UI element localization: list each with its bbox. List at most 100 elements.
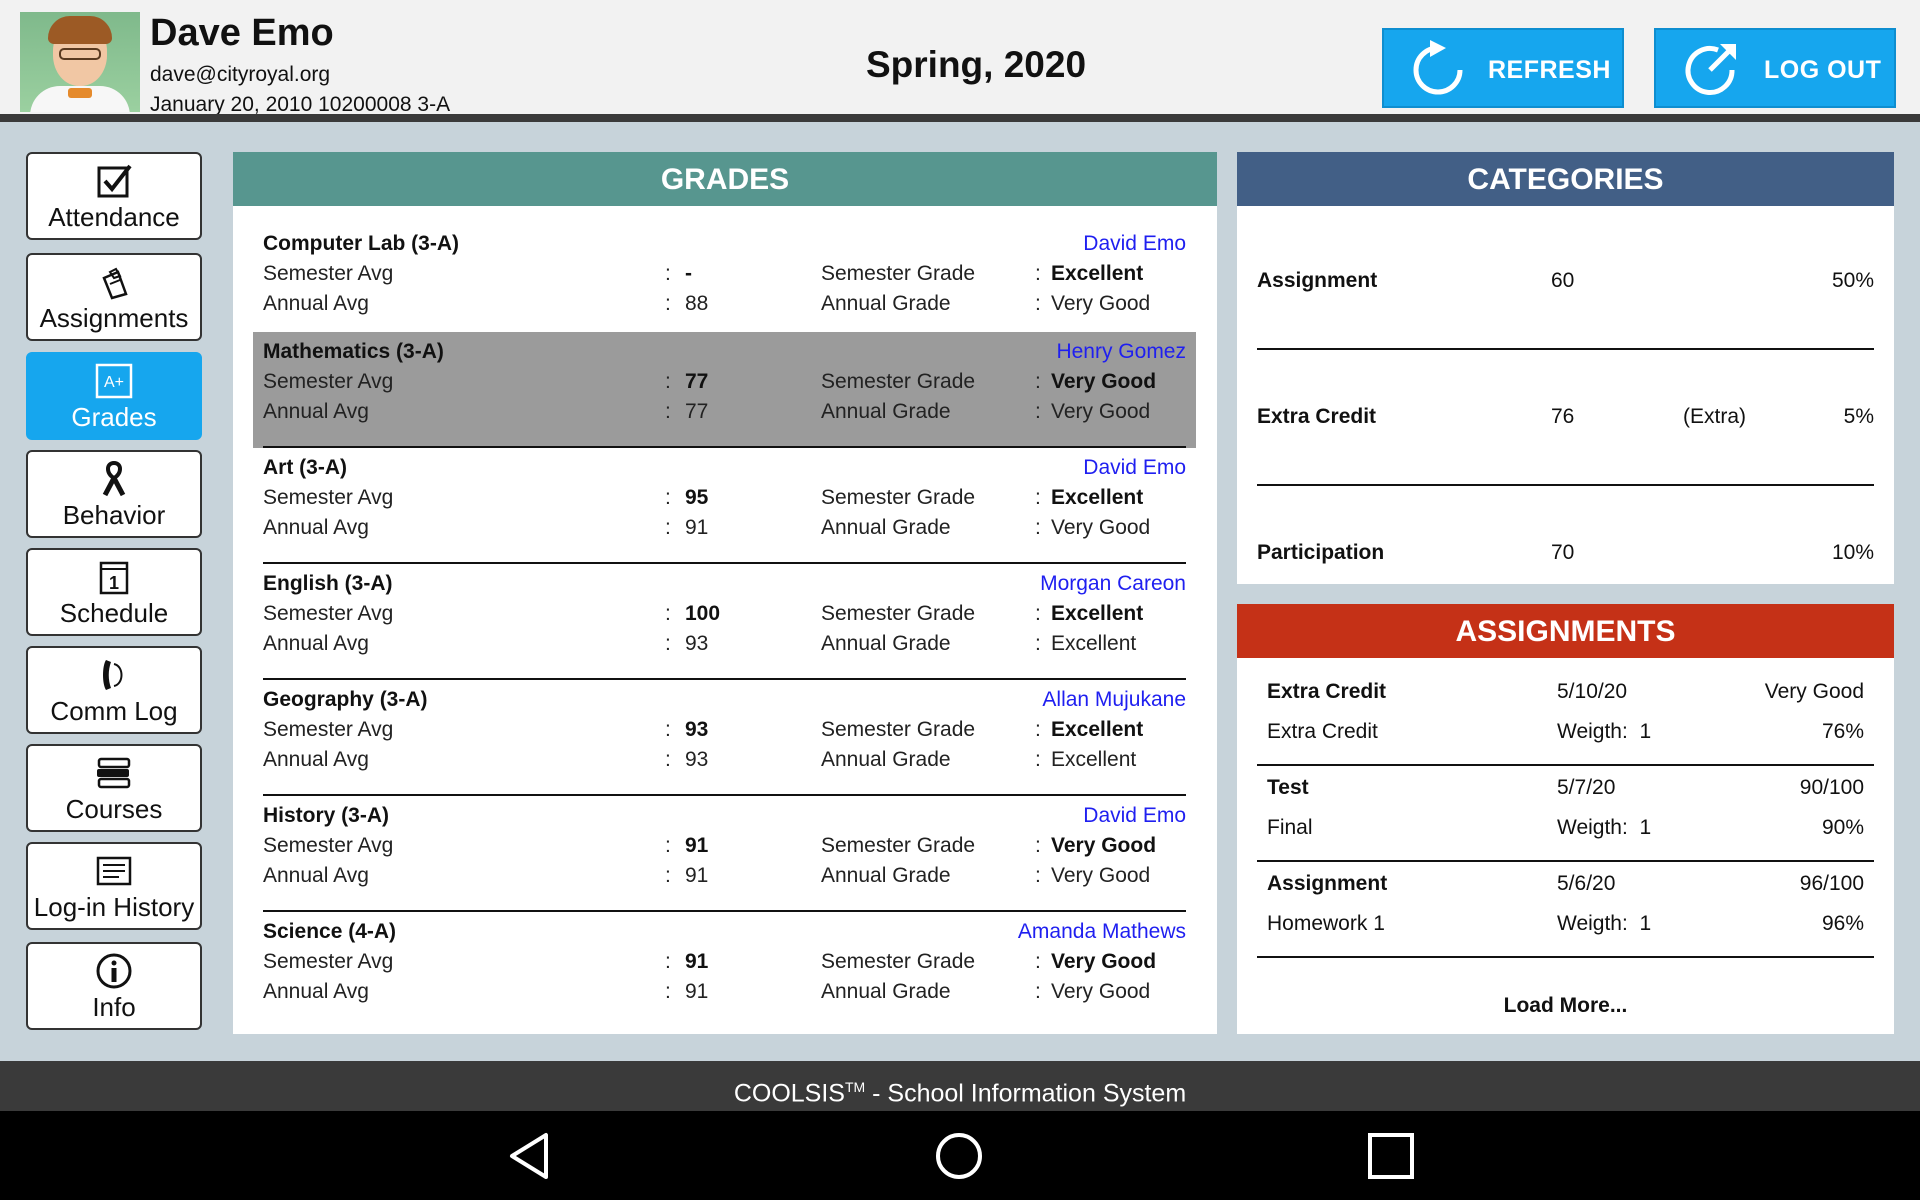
nav-grades[interactable]: A+ Grades bbox=[26, 352, 202, 440]
nav-label: Comm Log bbox=[50, 696, 178, 726]
colon: : bbox=[665, 950, 671, 973]
teacher-link[interactable]: Morgan Careon bbox=[1040, 572, 1186, 596]
semester-avg-value: 100 bbox=[685, 602, 721, 625]
recents-icon[interactable] bbox=[1366, 1131, 1416, 1181]
colon: : bbox=[1035, 602, 1041, 625]
annual-grade-value: Very Good bbox=[1051, 864, 1151, 887]
semester-avg-value: 95 bbox=[685, 486, 709, 509]
books-icon bbox=[28, 754, 200, 792]
brand-tagline: - School Information System bbox=[865, 1079, 1187, 1108]
nav-assignments[interactable]: Assignments bbox=[26, 253, 202, 341]
semester-avg-value: 91 bbox=[685, 950, 709, 973]
assignment-item[interactable]: Test 5/7/20 90/100 Final Weigth: 1 90% bbox=[1257, 766, 1874, 862]
colon: : bbox=[665, 370, 671, 393]
info-icon bbox=[28, 952, 200, 990]
annual-grade-label: Annual Grade bbox=[821, 748, 951, 771]
categories-panel: CATEGORIES Assignment 60 50% Extra Credi… bbox=[1237, 152, 1894, 584]
annual-grade-label: Annual Grade bbox=[821, 980, 951, 1003]
semester-grade-value: Excellent bbox=[1051, 602, 1144, 625]
grades-panel: GRADES Computer Lab (3-A) David Emo Semest… bbox=[233, 152, 1217, 1034]
category-value: 70 bbox=[1551, 541, 1575, 564]
nav-login-history[interactable]: Log-in History bbox=[26, 842, 202, 930]
annual-grade-value: Very Good bbox=[1051, 980, 1151, 1003]
category-row[interactable]: Assignment 60 50% bbox=[1257, 269, 1874, 309]
course-row[interactable]: Mathematics (3-A) Henry Gomez Semester Avg… bbox=[253, 332, 1196, 448]
nav-info[interactable]: Info bbox=[26, 942, 202, 1030]
course-name: English (3-A) bbox=[263, 572, 393, 595]
assignment-item[interactable]: Extra Credit 5/10/20 Very Good Extra Cre… bbox=[1257, 670, 1874, 766]
logout-label: LOG OUT bbox=[1764, 56, 1882, 84]
category-row[interactable]: Extra Credit 76 (Extra) 5% bbox=[1257, 405, 1874, 445]
teacher-link[interactable]: Allan Mujukane bbox=[1042, 688, 1186, 712]
nav-label: Assignments bbox=[39, 303, 189, 333]
colon: : bbox=[1035, 864, 1041, 887]
annual-avg-value: 91 bbox=[685, 516, 709, 539]
teacher-link[interactable]: David Emo bbox=[1083, 232, 1186, 256]
semester-grade-value: Very Good bbox=[1051, 370, 1157, 393]
back-icon[interactable] bbox=[506, 1131, 556, 1181]
calendar-icon: 1 bbox=[28, 558, 200, 596]
assignment-category: Test bbox=[1267, 776, 1309, 799]
annual-avg-value: 93 bbox=[685, 748, 709, 771]
nav-behavior[interactable]: Behavior bbox=[26, 450, 202, 538]
colon: : bbox=[665, 718, 671, 741]
home-icon[interactable] bbox=[934, 1131, 984, 1181]
assignment-item[interactable]: Assignment 5/6/20 96/100 Homework 1 Weig… bbox=[1257, 862, 1874, 958]
colon: : bbox=[665, 980, 671, 1003]
semester-avg-value: 91 bbox=[685, 834, 709, 857]
svg-text:A+: A+ bbox=[104, 374, 124, 391]
assignment-result: Very Good bbox=[1764, 680, 1864, 703]
nav-schedule[interactable]: 1 Schedule bbox=[26, 548, 202, 636]
nav-label: Courses bbox=[65, 794, 163, 824]
assignment-weight: Weigth: 1 bbox=[1557, 720, 1652, 743]
course-row[interactable]: Geography (3-A) Allan Mujukane Semester Av… bbox=[253, 680, 1196, 796]
header-divider bbox=[0, 114, 1920, 122]
refresh-button[interactable]: REFRESH bbox=[1382, 28, 1624, 108]
colon: : bbox=[1035, 950, 1041, 973]
nav-comm-log[interactable]: Comm Log bbox=[26, 646, 202, 734]
course-name: Art (3-A) bbox=[263, 456, 347, 479]
logout-button[interactable]: LOG OUT bbox=[1654, 28, 1896, 108]
teacher-link[interactable]: Henry Gomez bbox=[1056, 340, 1186, 364]
semester-grade-label: Semester Grade bbox=[821, 486, 976, 509]
phone-icon bbox=[28, 656, 200, 694]
system-nav-bar bbox=[0, 1111, 1920, 1200]
course-name: Mathematics (3-A) bbox=[263, 340, 444, 363]
colon: : bbox=[665, 834, 671, 857]
course-row[interactable]: Computer Lab (3-A) David Emo Semester Avg:… bbox=[253, 224, 1196, 340]
colon: : bbox=[665, 516, 671, 539]
svg-text:1: 1 bbox=[109, 573, 119, 593]
course-row[interactable]: History (3-A) David Emo Semester Avg:91 Sem… bbox=[253, 796, 1196, 912]
annual-avg-label: Annual Avg bbox=[263, 516, 369, 539]
annual-avg-label: Annual Avg bbox=[263, 292, 369, 315]
teacher-link[interactable]: David Emo bbox=[1083, 456, 1186, 480]
category-name: Assignment bbox=[1257, 269, 1378, 292]
trademark: TM bbox=[844, 1079, 866, 1095]
teacher-link[interactable]: David Emo bbox=[1083, 804, 1186, 828]
course-row[interactable]: English (3-A) Morgan Careon Semester Avg:1… bbox=[253, 564, 1196, 680]
assignment-name: Extra Credit bbox=[1267, 720, 1378, 743]
colon: : bbox=[1035, 262, 1041, 285]
course-row[interactable]: Science (4-A) Amanda Mathews Semester Avg:… bbox=[253, 912, 1196, 1028]
divider bbox=[1257, 348, 1874, 350]
history-icon bbox=[28, 852, 200, 890]
course-row[interactable]: Art (3-A) David Emo Semester Avg:95 Semeste… bbox=[253, 448, 1196, 564]
category-percent: 10% bbox=[1831, 541, 1874, 564]
course-name: Geography (3-A) bbox=[263, 688, 428, 711]
assignments-panel: ASSIGNMENTS Extra Credit 5/10/20 Very Go… bbox=[1237, 604, 1894, 1034]
teacher-link[interactable]: Amanda Mathews bbox=[1018, 920, 1186, 944]
annual-avg-value: 88 bbox=[685, 292, 709, 315]
nav-label: Schedule bbox=[59, 598, 169, 628]
nav-courses[interactable]: Courses bbox=[26, 744, 202, 832]
nav-attendance[interactable]: Attendance bbox=[26, 152, 202, 240]
load-more-link[interactable]: Load More... bbox=[1237, 994, 1894, 1018]
colon: : bbox=[665, 292, 671, 315]
category-row[interactable]: Participation 70 10% bbox=[1257, 541, 1874, 581]
categories-title: CATEGORIES bbox=[1237, 152, 1894, 206]
student-name: Dave Emo bbox=[150, 12, 334, 54]
divider bbox=[1257, 484, 1874, 486]
colon: : bbox=[665, 400, 671, 423]
footer-brand: COOLSISTM - School Information System bbox=[0, 1061, 1920, 1111]
annual-avg-label: Annual Avg bbox=[263, 980, 369, 1003]
semester-grade-label: Semester Grade bbox=[821, 718, 976, 741]
